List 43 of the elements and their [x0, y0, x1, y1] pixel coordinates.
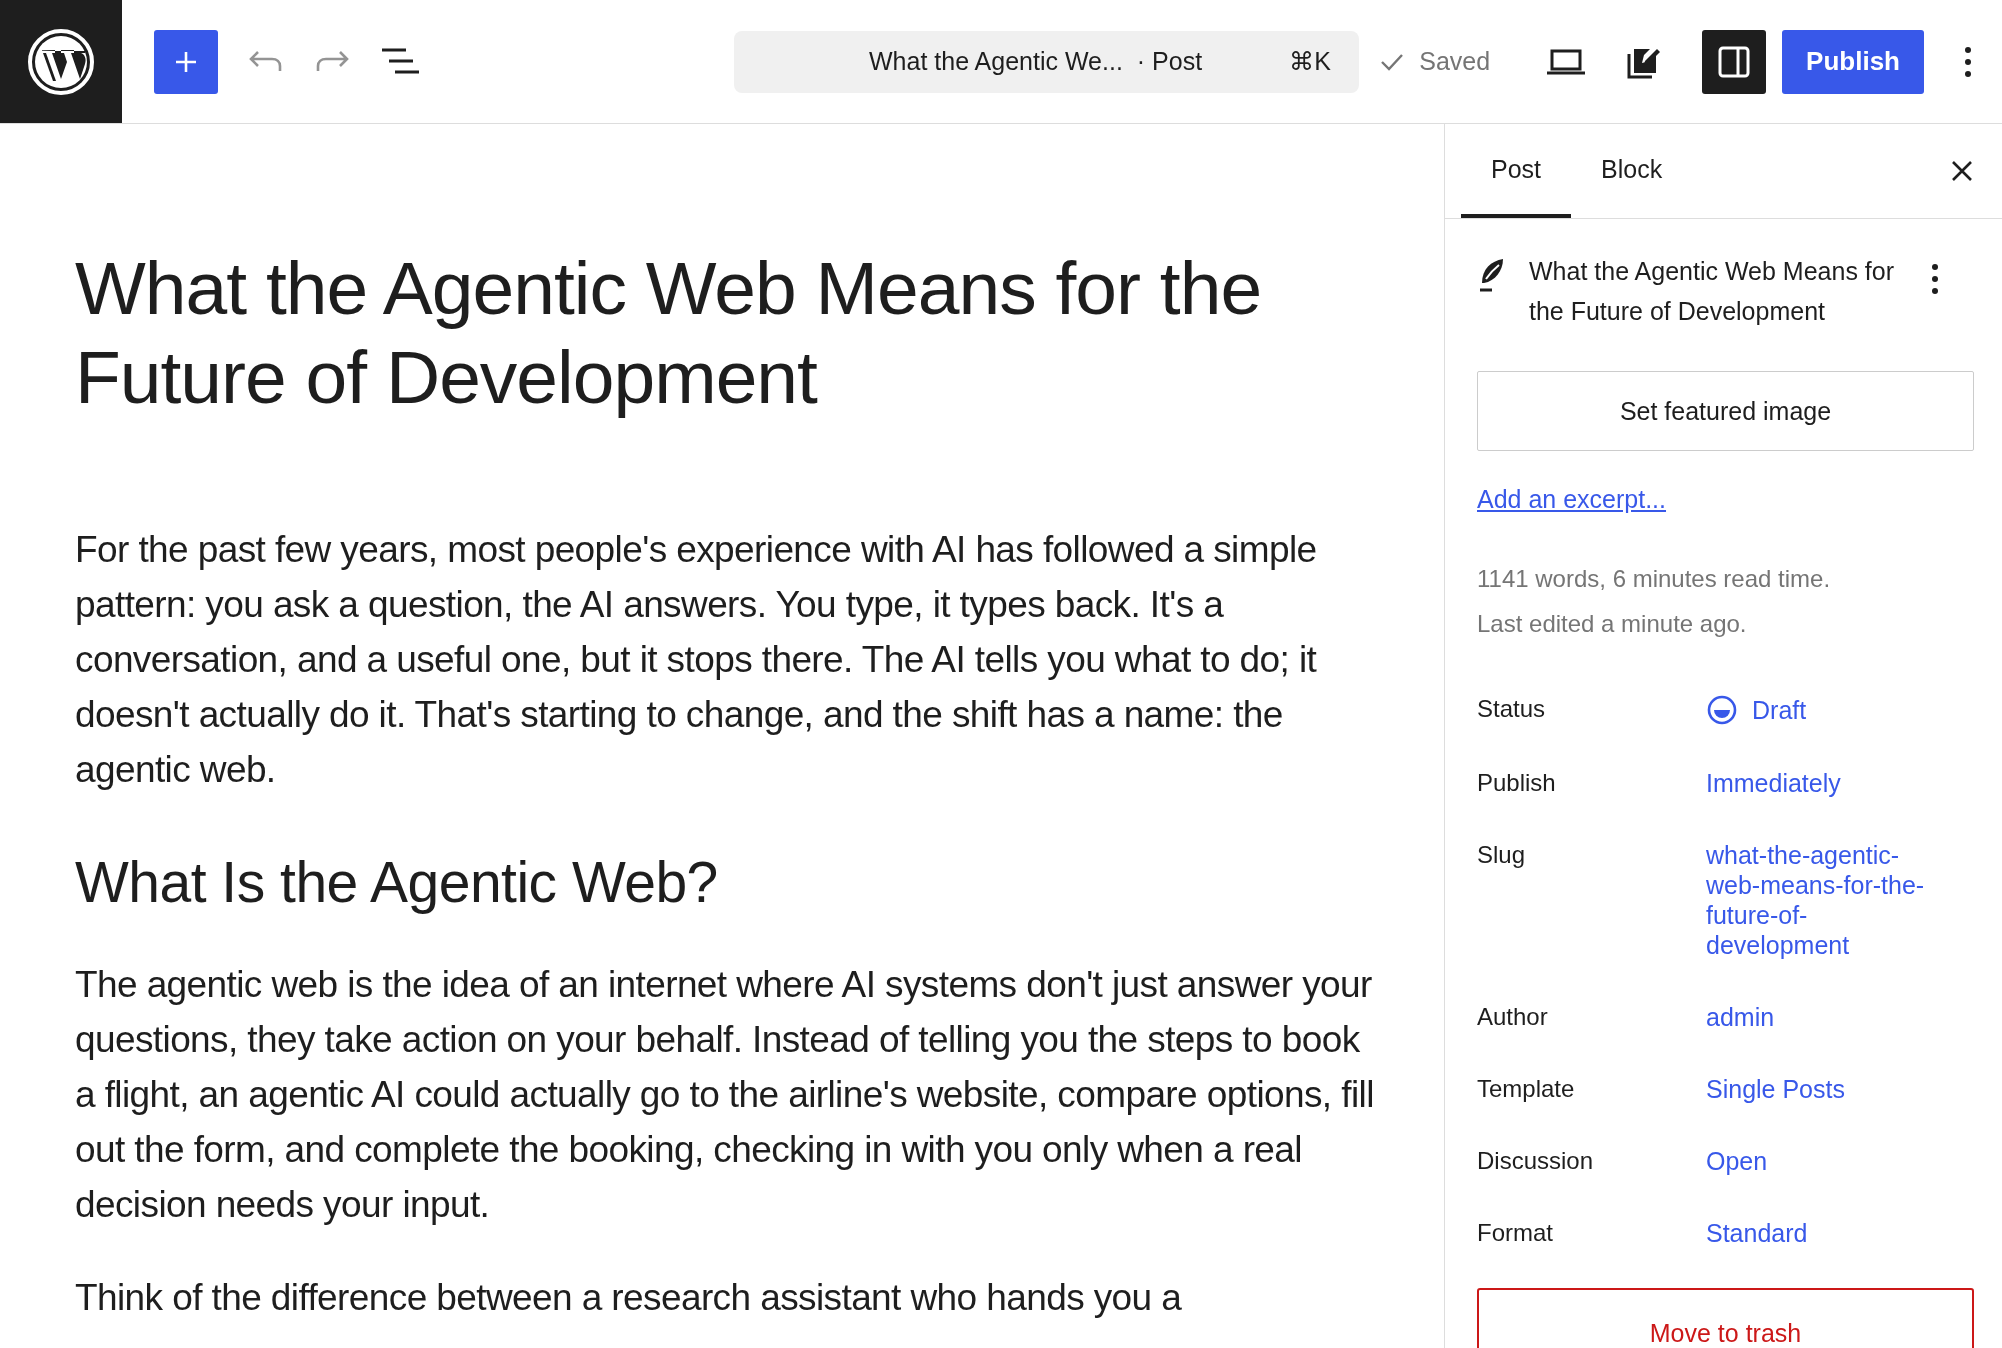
field-label: Template [1477, 1074, 1576, 1104]
section-heading: What Is the Agentic Web? [75, 849, 719, 916]
document-type: · Post [1136, 47, 1203, 76]
saved-button[interactable]: Saved [1373, 46, 1497, 77]
field-value-link[interactable]: Open [1706, 1146, 1974, 1176]
field-label: Discussion [1477, 1146, 1595, 1176]
field-label: Author [1477, 1002, 1549, 1032]
sidebar-panel-icon [1718, 45, 1751, 78]
paragraph: Think of the difference between a research assistant who hands you a [75, 1276, 1183, 1320]
draft-status-icon [1706, 694, 1738, 726]
field-label: Publish [1477, 768, 1557, 798]
laptop-icon[interactable] [1546, 47, 1587, 76]
field-value-link[interactable]: what-the-agentic-web-means-for-the-future-of-development [1706, 840, 1946, 960]
field-value-link[interactable]: Standard [1706, 1218, 1974, 1248]
field-label: Slug [1477, 840, 1527, 870]
set-featured-image-button[interactable]: Set featured image [1477, 371, 1974, 451]
shortcut-hint: ⌘K [1289, 47, 1331, 76]
publish-button[interactable]: Publish [1782, 29, 1924, 94]
wordpress-logo-icon[interactable] [27, 27, 95, 96]
last-edited: Last edited a minute ago. [1477, 609, 1748, 639]
field-label: Format [1477, 1218, 1554, 1248]
paragraph: The agentic web is the idea of an internet where AI systems don't just answer your questions, they take action on your behalf. Instead of telling you the steps to book a flight, an agentic AI could actually go to the airline's website, compare options, fill out the form, and complete the booking, checking in with you only when a real decision needs your input. [75, 963, 1375, 1227]
sidebar-tab[interactable]: Block [1571, 124, 1693, 218]
field-value-link[interactable]: Draft [1706, 694, 1974, 726]
add-block-button[interactable] [154, 29, 218, 94]
command-bar[interactable]: What the Agentic We... · Post ⌘K [734, 30, 1359, 93]
add-excerpt-link[interactable]: Add an excerpt... [1477, 485, 1666, 514]
paragraph: For the past few years, most people's experience with AI has followed a simple pattern: you ask a question, the AI answers. You type, it types back. It's a conversation, and a useful one, but it stops there. The AI tells you what to do; it doesn't actually do it. That's starting to change, and the shift has a name: the agentic web. [75, 528, 1318, 792]
document-overview-icon[interactable] [380, 46, 420, 77]
document-title: What the Agentic We... [869, 47, 1123, 76]
post-title[interactable]: What the Agentic Web Means for the Future of Development [75, 244, 1375, 422]
field-value-link[interactable]: Immediately [1706, 768, 1974, 798]
close-icon[interactable] [1950, 159, 1974, 183]
field-value-link[interactable]: Single Posts [1706, 1074, 1974, 1104]
move-to-trash-button[interactable]: Move to trash [1477, 1288, 1974, 1348]
settings-panel-button[interactable] [1702, 29, 1767, 94]
word-count: 1141 words, 6 minutes read time. [1477, 564, 1832, 594]
field-label: Status [1477, 694, 1547, 724]
post-actions-button[interactable] [1931, 263, 1939, 295]
options-menu-button[interactable] [1964, 45, 1972, 78]
field-value-link[interactable]: admin [1706, 1002, 1974, 1032]
post-summary-title: What the Agentic Web Means for the Future of Development [1529, 256, 1895, 327]
sidebar-tab[interactable]: Post [1461, 124, 1572, 218]
